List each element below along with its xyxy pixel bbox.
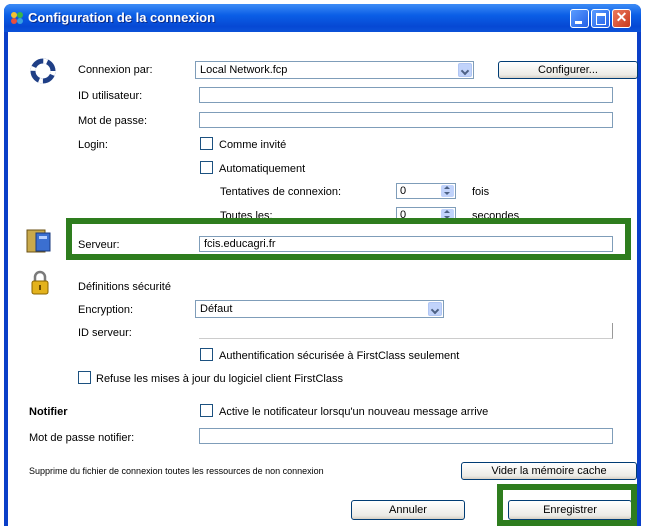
dialog-window: Configuration de la connexion ✕ Connexio… [4, 4, 641, 526]
secure-auth-checkbox[interactable] [200, 348, 213, 361]
notifier-heading: Notifier [29, 406, 68, 418]
server-id-input[interactable] [199, 323, 613, 339]
maximize-button[interactable] [591, 9, 610, 28]
user-id-input[interactable] [199, 87, 613, 103]
minimize-button[interactable] [570, 9, 589, 28]
server-id-label: ID serveur: [78, 327, 132, 339]
encryption-value: Défaut [200, 303, 233, 315]
auto-login-label: Automatiquement [219, 163, 306, 175]
clear-cache-button[interactable]: Vider la mémoire cache [461, 462, 637, 480]
cancel-button[interactable]: Annuler [351, 500, 465, 520]
connection-via-select[interactable]: Local Network.fcp [195, 61, 474, 79]
notifier-activate-label: Active le notificateur lorsqu'un nouveau… [219, 406, 489, 418]
connection-via-value: Local Network.fcp [200, 64, 288, 76]
attempts-unit: fois [472, 186, 490, 198]
notifier-password-label: Mot de passe notifier: [29, 432, 135, 444]
refuse-updates-checkbox[interactable] [78, 371, 91, 384]
firstclass-app-icon [11, 12, 23, 24]
password-input[interactable] [199, 112, 613, 128]
security-heading: Définitions sécurité [78, 281, 171, 293]
guest-label: Comme invité [219, 139, 287, 151]
configure-button[interactable]: Configurer... [498, 61, 638, 79]
server-highlight-box [66, 218, 631, 260]
lock-icon [31, 270, 49, 295]
refuse-updates-label: Refuse les mises à jour du logiciel clie… [96, 373, 343, 385]
guest-checkbox[interactable] [200, 137, 213, 150]
window-title: Configuration de la connexion [28, 10, 216, 25]
title-bar[interactable]: Configuration de la connexion ✕ [4, 4, 641, 32]
attempts-stepper[interactable]: 0 [396, 183, 456, 199]
password-label: Mot de passe: [78, 115, 148, 127]
cache-description: Supprime du fichier de connexion toutes … [29, 466, 324, 476]
spin-arrows-icon[interactable] [441, 185, 454, 197]
user-id-label: ID utilisateur: [78, 90, 143, 102]
notifier-password-input[interactable] [199, 428, 613, 444]
dialog-body: Connexion par: Local Network.fcp Configu… [8, 32, 638, 526]
close-icon: ✕ [615, 9, 628, 25]
auto-login-checkbox[interactable] [200, 161, 213, 174]
encryption-select[interactable]: Défaut [195, 300, 444, 318]
close-button[interactable]: ✕ [612, 9, 631, 28]
chevron-down-icon[interactable] [458, 63, 472, 77]
chevron-down-icon[interactable] [428, 302, 442, 316]
encryption-label: Encryption: [78, 304, 134, 316]
attempts-value: 0 [400, 185, 407, 197]
save-highlight-box [497, 484, 637, 526]
connection-ring-icon [30, 58, 56, 84]
attempts-label: Tentatives de connexion: [220, 186, 342, 198]
server-icon [26, 229, 51, 253]
secure-auth-label: Authentification sécurisée à FirstClass … [219, 350, 460, 362]
connection-via-label: Connexion par: [78, 64, 153, 76]
login-label: Login: [78, 139, 108, 151]
notifier-checkbox[interactable] [200, 404, 213, 417]
